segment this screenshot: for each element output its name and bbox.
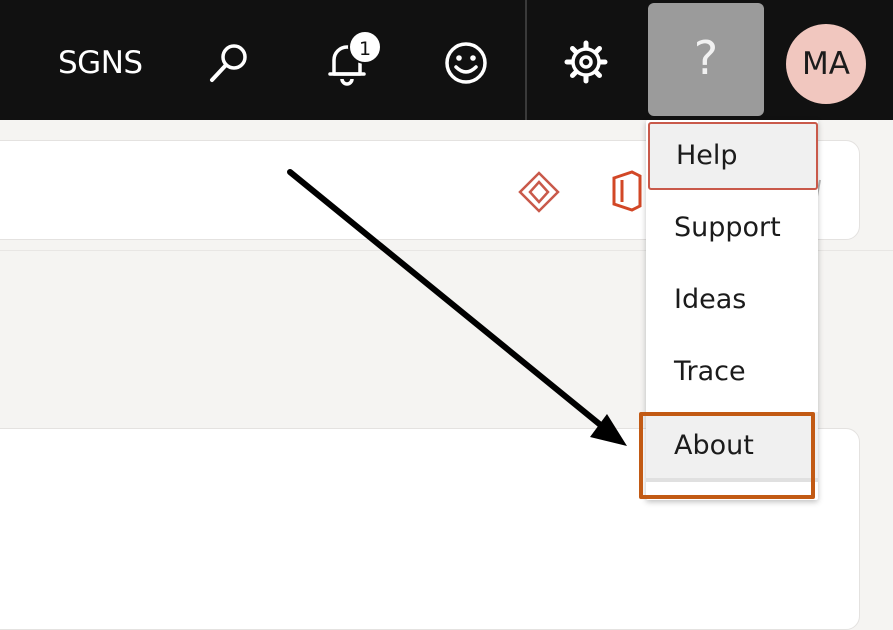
office-icon[interactable] xyxy=(610,170,644,212)
menu-item-label: Trace xyxy=(674,356,746,387)
search-icon[interactable] xyxy=(206,40,252,86)
menu-item-label: Help xyxy=(676,140,738,171)
help-button[interactable]: ? xyxy=(648,3,764,116)
menu-item-label: Support xyxy=(674,212,781,243)
diamond-app-icon[interactable] xyxy=(517,170,561,214)
notification-badge: 1 xyxy=(348,30,382,64)
menu-item-support[interactable]: Support xyxy=(646,194,818,264)
annotation-highlight-box xyxy=(639,412,815,499)
smile-icon[interactable] xyxy=(442,39,490,87)
topbar-divider xyxy=(525,0,527,120)
help-icon: ? xyxy=(693,31,719,85)
tenant-label[interactable]: SGNS xyxy=(58,45,143,81)
menu-item-label: Ideas xyxy=(674,284,747,315)
avatar[interactable]: MA xyxy=(786,24,866,104)
top-bar: SGNS 1 ? MA xyxy=(0,0,893,120)
menu-item-help[interactable]: Help xyxy=(648,122,818,190)
menu-item-ideas[interactable]: Ideas xyxy=(646,266,818,336)
menu-item-trace[interactable]: Trace xyxy=(646,338,818,408)
gear-icon[interactable] xyxy=(562,38,610,86)
